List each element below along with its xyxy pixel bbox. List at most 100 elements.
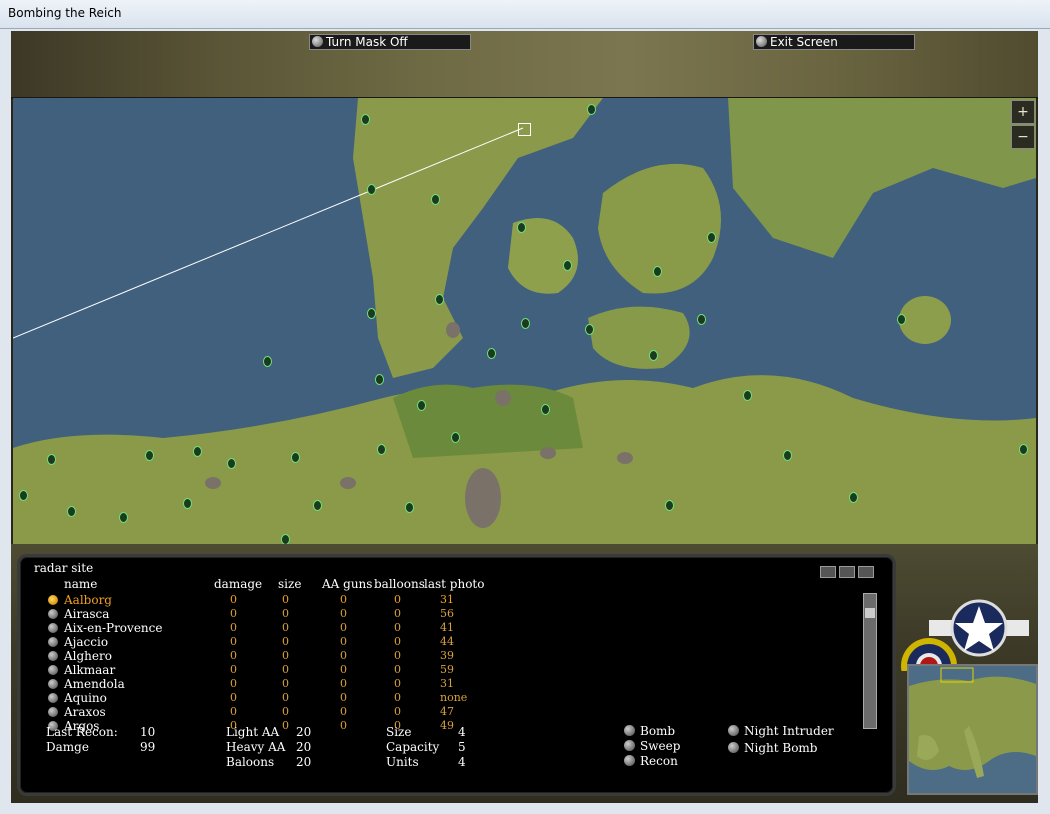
minimap-terrain bbox=[909, 666, 1036, 793]
exit-screen-button[interactable]: Exit Screen bbox=[753, 34, 915, 50]
radar-site-marker[interactable] bbox=[521, 318, 530, 329]
radar-site-marker[interactable] bbox=[291, 452, 300, 463]
button-knob-icon bbox=[756, 36, 767, 47]
table-row[interactable]: Alkmaar 0 0 0 0 59 bbox=[20, 663, 500, 677]
heavy-aa-value: 20 bbox=[296, 740, 312, 754]
table-row[interactable]: Aix-en-Provence 0 0 0 0 41 bbox=[20, 621, 500, 635]
cell-damage: 0 bbox=[230, 607, 237, 620]
radar-site-marker[interactable] bbox=[193, 446, 202, 457]
mission-night-bomb-radio[interactable]: Night Bomb bbox=[728, 741, 818, 755]
mission-sweep-radio[interactable]: Sweep bbox=[624, 739, 680, 753]
radar-site-marker[interactable] bbox=[517, 222, 526, 233]
damage-value: 99 bbox=[140, 740, 156, 754]
cell-aa: 0 bbox=[340, 649, 347, 662]
radar-site-marker[interactable] bbox=[417, 400, 426, 411]
units-label: Units bbox=[386, 755, 419, 769]
radar-site-marker[interactable] bbox=[263, 356, 272, 367]
cell-photo: 47 bbox=[440, 705, 454, 718]
radar-site-marker[interactable] bbox=[431, 194, 440, 205]
column-header-last-photo: last photo bbox=[424, 577, 485, 591]
radar-site-marker[interactable] bbox=[313, 500, 322, 511]
radar-site-marker[interactable] bbox=[67, 506, 76, 517]
radar-site-marker[interactable] bbox=[897, 314, 906, 325]
overview-minimap[interactable] bbox=[907, 664, 1038, 795]
table-row[interactable]: Ajaccio 0 0 0 0 44 bbox=[20, 635, 500, 649]
radar-site-marker[interactable] bbox=[361, 114, 370, 125]
cell-size: 0 bbox=[282, 635, 289, 648]
radar-site-marker[interactable] bbox=[281, 534, 290, 544]
table-row[interactable]: Airasca 0 0 0 0 56 bbox=[20, 607, 500, 621]
radar-site-marker[interactable] bbox=[487, 348, 496, 359]
cell-damage: 0 bbox=[230, 621, 237, 634]
cell-aa: 0 bbox=[340, 691, 347, 704]
radar-site-marker[interactable] bbox=[47, 454, 56, 465]
cell-balloons: 0 bbox=[394, 705, 401, 718]
radar-site-marker[interactable] bbox=[587, 104, 596, 115]
mission-night-intruder-radio[interactable]: Night Intruder bbox=[728, 724, 834, 738]
radar-site-marker[interactable] bbox=[563, 260, 572, 271]
button-knob-icon bbox=[312, 36, 323, 47]
zoom-in-icon[interactable]: + bbox=[1011, 100, 1035, 124]
cell-balloons: 0 bbox=[394, 677, 401, 690]
radar-site-marker[interactable] bbox=[653, 266, 662, 277]
table-row[interactable]: Amendola 0 0 0 0 31 bbox=[20, 677, 500, 691]
radar-site-marker[interactable] bbox=[697, 314, 706, 325]
cell-photo: 31 bbox=[440, 677, 454, 690]
cell-photo: 41 bbox=[440, 621, 454, 634]
table-row[interactable]: Aalborg 0 0 0 0 31 bbox=[20, 593, 500, 607]
maximize-icon[interactable] bbox=[858, 566, 874, 578]
table-row[interactable]: Alghero 0 0 0 0 39 bbox=[20, 649, 500, 663]
radar-site-marker[interactable] bbox=[145, 450, 154, 461]
radar-site-marker[interactable] bbox=[183, 498, 192, 509]
cell-damage: 0 bbox=[230, 593, 237, 606]
cell-balloons: 0 bbox=[394, 649, 401, 662]
radar-site-marker[interactable] bbox=[1019, 444, 1028, 455]
light-aa-value: 20 bbox=[296, 725, 312, 739]
cell-aa: 0 bbox=[340, 719, 347, 732]
radio-icon bbox=[728, 742, 739, 753]
cell-photo: 59 bbox=[440, 663, 454, 676]
table-row[interactable]: Aquino 0 0 0 0 none bbox=[20, 691, 500, 705]
radar-site-marker[interactable] bbox=[649, 350, 658, 361]
radar-site-marker[interactable] bbox=[783, 450, 792, 461]
cell-photo: 31 bbox=[440, 593, 454, 606]
cell-photo: none bbox=[440, 691, 468, 704]
radar-site-marker[interactable] bbox=[119, 512, 128, 523]
scroll-thumb[interactable] bbox=[865, 608, 875, 618]
radar-site-marker[interactable] bbox=[367, 308, 376, 319]
radar-site-marker[interactable] bbox=[849, 492, 858, 503]
restore-icon[interactable] bbox=[839, 566, 855, 578]
radar-site-marker[interactable] bbox=[405, 502, 414, 513]
radar-site-marker[interactable] bbox=[707, 232, 716, 243]
selected-site-marker[interactable] bbox=[518, 123, 531, 136]
mission-recon-radio[interactable]: Recon bbox=[624, 754, 678, 768]
cell-aa: 0 bbox=[340, 677, 347, 690]
radar-site-marker[interactable] bbox=[541, 404, 550, 415]
radio-icon bbox=[624, 755, 635, 766]
cell-name: Amendola bbox=[64, 677, 125, 691]
minimize-icon[interactable] bbox=[820, 566, 836, 578]
radar-site-marker[interactable] bbox=[451, 432, 460, 443]
cell-damage: 0 bbox=[230, 663, 237, 676]
last-recon-label: Last Recon: bbox=[46, 725, 118, 739]
radar-site-marker[interactable] bbox=[367, 184, 376, 195]
radar-site-marker[interactable] bbox=[227, 458, 236, 469]
radar-site-marker[interactable] bbox=[375, 374, 384, 385]
list-scrollbar[interactable] bbox=[863, 593, 877, 729]
table-row[interactable]: Araxos 0 0 0 0 47 bbox=[20, 705, 500, 719]
radar-site-marker[interactable] bbox=[743, 390, 752, 401]
turn-mask-off-button[interactable]: Turn Mask Off bbox=[309, 34, 471, 50]
radar-site-marker[interactable] bbox=[377, 444, 386, 455]
capacity-value: 5 bbox=[458, 740, 466, 754]
radar-site-marker[interactable] bbox=[435, 294, 444, 305]
radar-site-marker[interactable] bbox=[665, 500, 674, 511]
mission-bomb-radio[interactable]: Bomb bbox=[624, 724, 675, 738]
radar-site-marker[interactable] bbox=[585, 324, 594, 335]
cell-name: Aalborg bbox=[64, 593, 112, 607]
cell-aa: 0 bbox=[340, 663, 347, 676]
radar-site-marker[interactable] bbox=[19, 490, 28, 501]
strategic-map[interactable]: + − bbox=[13, 98, 1036, 544]
cell-size: 0 bbox=[282, 705, 289, 718]
row-bullet-icon bbox=[48, 707, 58, 717]
zoom-out-icon[interactable]: − bbox=[1011, 125, 1035, 149]
